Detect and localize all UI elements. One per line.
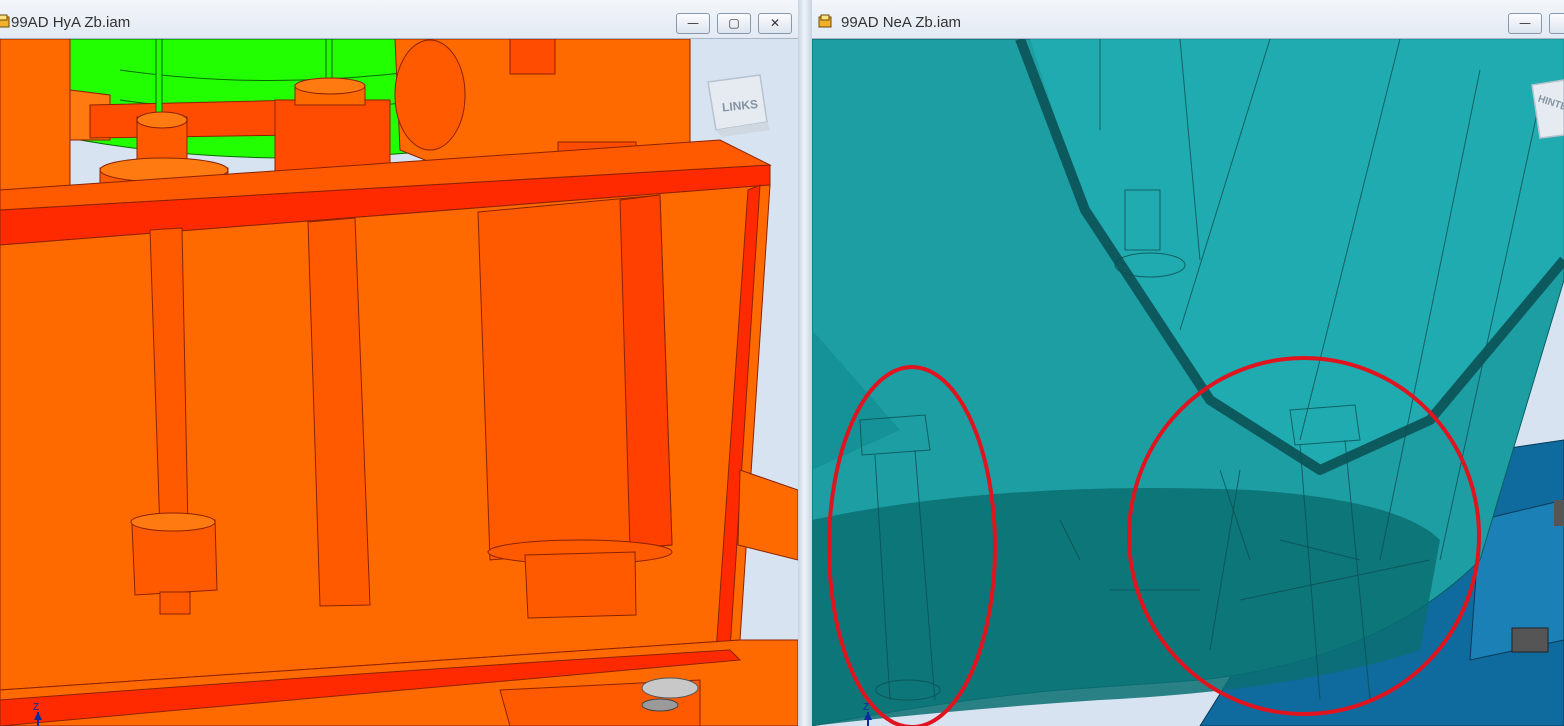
maximize-button[interactable]: ▢ [717, 13, 751, 34]
teal-assembly-scene[interactable]: HINTEN Z [812, 39, 1564, 726]
left-3d-viewport[interactable]: LINKS Z [0, 39, 798, 726]
window-divider[interactable] [798, 0, 812, 726]
svg-text:Z: Z [33, 702, 39, 713]
orange-assembly-scene[interactable]: LINKS Z [0, 39, 798, 726]
right-3d-viewport[interactable]: HINTEN Z [812, 39, 1564, 726]
right-title-bar[interactable]: 99AD NeA Zb.iam — [812, 0, 1564, 39]
left-title-bar[interactable]: 99AD HyA Zb.iam — ▢ ✕ [0, 0, 798, 39]
svg-text:Z: Z [863, 702, 869, 713]
left-window-title: 99AD HyA Zb.iam [11, 14, 131, 31]
assembly-document-icon [0, 14, 10, 28]
minimize-button[interactable]: — [676, 13, 710, 34]
right-document-window[interactable]: 99AD NeA Zb.iam — HINTEN Z [812, 0, 1564, 726]
close-button[interactable]: ✕ [758, 13, 792, 34]
assembly-document-icon [818, 14, 832, 28]
minimize-button[interactable]: — [1508, 13, 1542, 34]
maximize-button[interactable] [1549, 13, 1564, 34]
right-window-title: 99AD NeA Zb.iam [841, 14, 962, 31]
viewcube[interactable]: LINKS [707, 74, 770, 137]
left-document-window[interactable]: 99AD HyA Zb.iam — ▢ ✕ LINKS Z [0, 0, 798, 726]
